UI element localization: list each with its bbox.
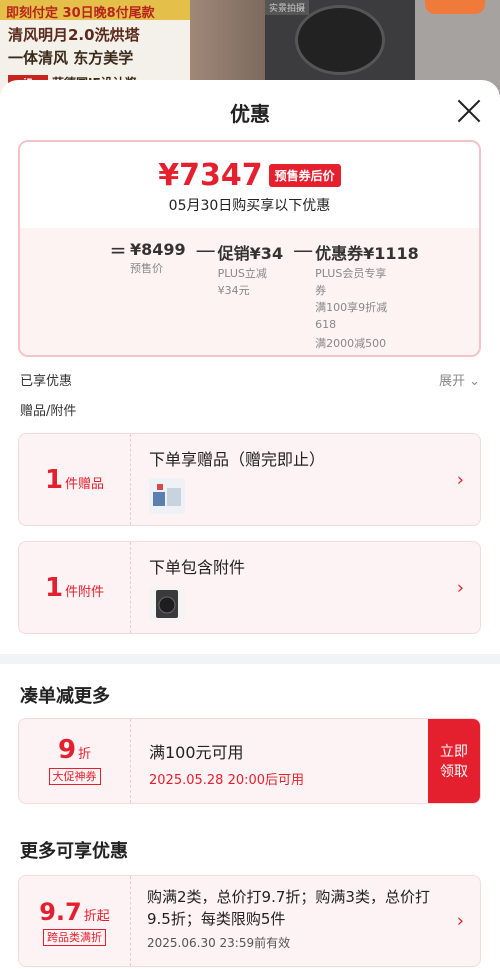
section-title-addon: 凑单减更多 (20, 686, 110, 707)
price-summary-card: ¥7347 预售券后价 05月30日购买享以下优惠 = ¥8499 预售价 — … (18, 140, 481, 357)
price-top: ¥7347 预售券后价 05月30日购买享以下优惠 (20, 142, 479, 228)
more-offer-discount-col: 9.7 折起 跨品类满折 (19, 876, 131, 966)
accessory-content: 下单包含附件 (149, 554, 440, 626)
promo-value: 促销¥34 (217, 244, 284, 263)
coupon-content: 满100元可用 2025.05.28 20:00后可用 (149, 739, 304, 788)
more-offer-discount-unit: 折起 (83, 909, 110, 924)
gift-section-label: 赠品/附件 (20, 404, 77, 419)
promo-sub2: ¥34元 (217, 284, 250, 297)
more-offer-discount: 9.7 折起 (19, 898, 130, 926)
base-price-value: ¥8499 (130, 240, 186, 259)
section-divider (0, 654, 500, 664)
coupon-sub2: 券 (315, 284, 327, 297)
banner-blob (425, 0, 485, 14)
banner-line2: 一体清风 东方美学 (8, 49, 134, 67)
gift-content: 下单享赠品（赠完即止） (149, 446, 440, 518)
coupon-discount: 9 折 (19, 735, 130, 765)
minus-sign: — (293, 238, 314, 262)
base-price-label: 预售价 (130, 262, 163, 275)
dryer-tag: 实景拍摄 (265, 0, 310, 15)
coupon-value: 优惠券¥1118 (315, 244, 419, 263)
offers-sheet: 优惠 ¥7347 预售券后价 05月30日购买享以下优惠 = ¥8499 预售价… (0, 80, 500, 969)
sheet-header: 优惠 (0, 80, 500, 142)
coupon-card: 9 折 大促神券 满100元可用 2025.05.28 20:00后可用 立即领… (18, 718, 481, 804)
sheet-title: 优惠 (230, 102, 270, 126)
accessory-unit: 件附件 (65, 584, 105, 600)
promo-sub1: PLUS立减 (217, 267, 267, 280)
more-offer-card[interactable]: 9.7 折起 跨品类满折 购满2类，总价打9.7折；购满3类，总价打9.5折；每… (18, 875, 481, 967)
coupon-tag: 大促神券 (48, 768, 101, 785)
coupon-date: 2025.05.28 20:00后可用 (149, 773, 305, 788)
expand-label: 展开 (438, 374, 465, 389)
dryer-door (295, 5, 385, 75)
price-breakdown: = ¥8499 预售价 — 促销¥34 PLUS立减 ¥34元 — 优惠券¥11… (20, 228, 479, 355)
coupon-discount-value: 9 (57, 735, 77, 765)
final-price-badge: 预售券后价 (268, 164, 341, 187)
expand-toggle[interactable]: 展开 ⌄ (439, 370, 480, 389)
price-calc: = ¥8499 预售价 — 促销¥34 PLUS立减 ¥34元 — 优惠券¥11… (106, 238, 427, 351)
close-icon[interactable] (456, 98, 482, 124)
more-offer-date: 2025.06.30 23:59前有效 (147, 936, 291, 950)
gift-card[interactable]: 1 件赠品 下单享赠品（赠完即止） › (18, 433, 481, 526)
chevron-right-icon: › (456, 469, 464, 490)
coupon-sub4: 618 (315, 318, 337, 331)
gift-count-line: 1 件赠品 (45, 465, 104, 495)
final-price-row: ¥7347 预售券后价 (20, 142, 479, 193)
more-offer-content: 购满2类，总价打9.7折；购满3类，总价打9.5折；每类限购5件 2025.06… (147, 886, 440, 951)
coupon-discount-unit: 折 (78, 747, 92, 762)
claim-coupon-button[interactable]: 立即领取 (428, 719, 480, 803)
accessory-title: 下单包含附件 (149, 558, 246, 577)
more-offer-title: 购满2类，总价打9.7折；购满3类，总价打9.5折；每类限购5件 (147, 888, 430, 928)
coupon-item: 优惠券¥1118 PLUS会员专享 券 满100享9折减 618 满2000减5… (315, 240, 427, 351)
section-title-more: 更多可享优惠 (20, 841, 128, 862)
chevron-down-icon: ⌄ (469, 374, 480, 389)
accessory-thumbnail (149, 586, 185, 622)
chevron-right-icon: › (456, 910, 464, 932)
banner-strip: 即刻付定 30日晚8付尾款 (0, 0, 190, 21)
accessory-count: 1 (44, 572, 64, 603)
coupon-sub5: 满2000减500 (315, 337, 387, 350)
coupon-sub3: 满100享9折减 (315, 301, 388, 314)
equals-sign: = (109, 238, 127, 262)
accessory-count-line: 1 件附件 (45, 573, 104, 603)
chevron-right-icon: › (456, 577, 464, 598)
enjoyed-label: 已享优惠 (20, 374, 73, 389)
more-offer-discount-value: 9.7 (39, 898, 82, 926)
gift-thumbnail (149, 478, 185, 514)
gift-count: 1 (44, 464, 64, 495)
final-price: ¥7347 (158, 158, 263, 193)
minus-sign: — (195, 238, 216, 262)
accessory-card[interactable]: 1 件附件 下单包含附件 › (18, 541, 481, 634)
coupon-sub1: PLUS会员专享 (315, 267, 387, 280)
more-offer-tag: 跨品类满折 (43, 929, 106, 946)
gift-title: 下单享赠品（赠完即止） (149, 450, 326, 469)
promo-item: 促销¥34 PLUS立减 ¥34元 (218, 240, 291, 351)
coupon-title: 满100元可用 (149, 743, 244, 762)
banner-line1: 清风明月2.0洗烘塔 (8, 26, 140, 44)
gift-unit: 件赠品 (65, 476, 105, 492)
accessory-count-col: 1 件附件 (19, 542, 131, 633)
purchase-date-line: 05月30日购买享以下优惠 (168, 198, 331, 214)
gift-count-col: 1 件赠品 (19, 434, 131, 525)
base-price-item: ¥8499 预售价 (130, 240, 194, 351)
coupon-discount-col: 9 折 大促神券 (19, 719, 131, 803)
